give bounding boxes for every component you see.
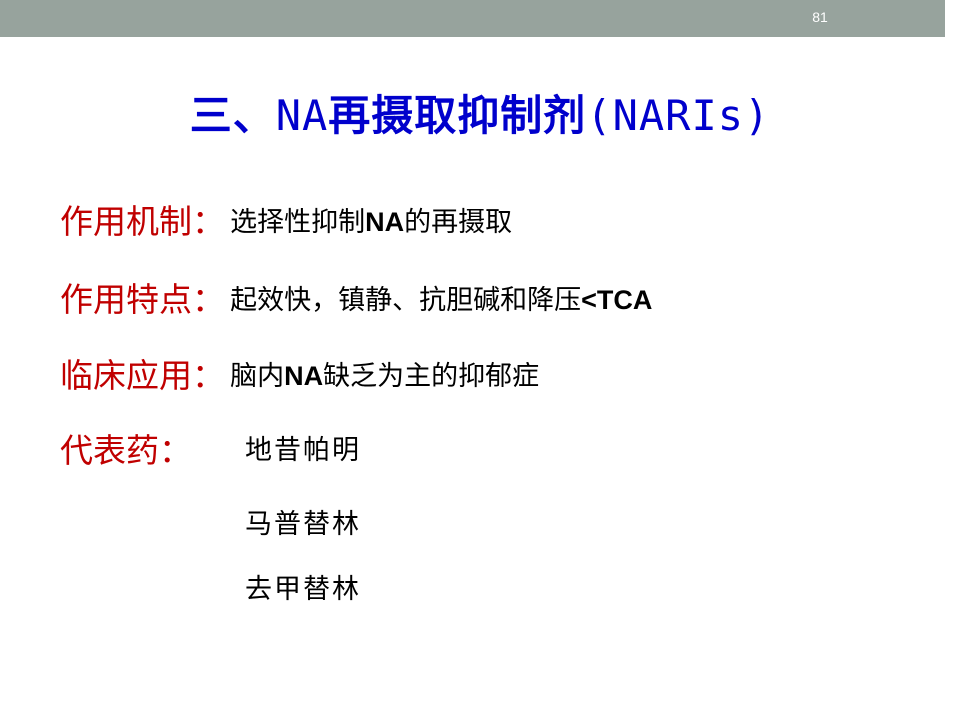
mechanism-row: 作用机制： 选择性抑制NA的再摄取 (60, 195, 512, 243)
mechanism-text-bold: NA (365, 206, 405, 237)
title-latin-naris: (NARIs) (586, 91, 771, 140)
features-row: 作用特点： 起效快，镇静、抗胆碱和降压<TCA (60, 273, 652, 321)
drug-item: 去甲替林 (245, 574, 361, 605)
clinical-use-text-a: 脑内 (230, 360, 285, 392)
clinical-use-text-bold: NA (284, 360, 324, 391)
mechanism-text-a: 选择性抑制 (230, 206, 366, 238)
slide-number: 81 (812, 9, 828, 25)
mechanism-label: 作用机制： (60, 202, 225, 241)
features-text: 起效快，镇静、抗胆碱和降压<TCA (230, 278, 652, 317)
clinical-use-text: 脑内NA缺乏为主的抑郁症 (230, 354, 539, 393)
mechanism-text: 选择性抑制NA的再摄取 (230, 200, 512, 239)
clinical-use-row: 临床应用： 脑内NA缺乏为主的抑郁症 (60, 349, 539, 397)
slide-title: 三、NA再摄取抑制剂(NARIs) (0, 82, 960, 143)
title-prefix: 三、 (189, 91, 276, 140)
features-label: 作用特点： (60, 280, 225, 319)
representative-drugs-row: 代表药： (60, 424, 192, 472)
features-text-bold: <TCA (581, 284, 653, 315)
mechanism-text-b: 的再摄取 (404, 206, 513, 238)
features-text-a: 起效快，镇静、抗胆碱和降压 (230, 284, 582, 316)
drug-item: 马普替林 (245, 509, 361, 540)
representative-drugs-label: 代表药： (60, 431, 192, 470)
title-latin-na: NA (275, 91, 329, 140)
slide-header-bar: 81 (0, 0, 945, 37)
slide: 81 三、NA再摄取抑制剂(NARIs) 作用机制： 选择性抑制NA的再摄取 作… (0, 0, 960, 720)
title-middle: 再摄取抑制剂 (328, 91, 587, 140)
clinical-use-text-b: 缺乏为主的抑郁症 (323, 360, 540, 392)
clinical-use-label: 临床应用： (60, 356, 225, 395)
drug-item: 地昔帕明 (245, 435, 361, 466)
